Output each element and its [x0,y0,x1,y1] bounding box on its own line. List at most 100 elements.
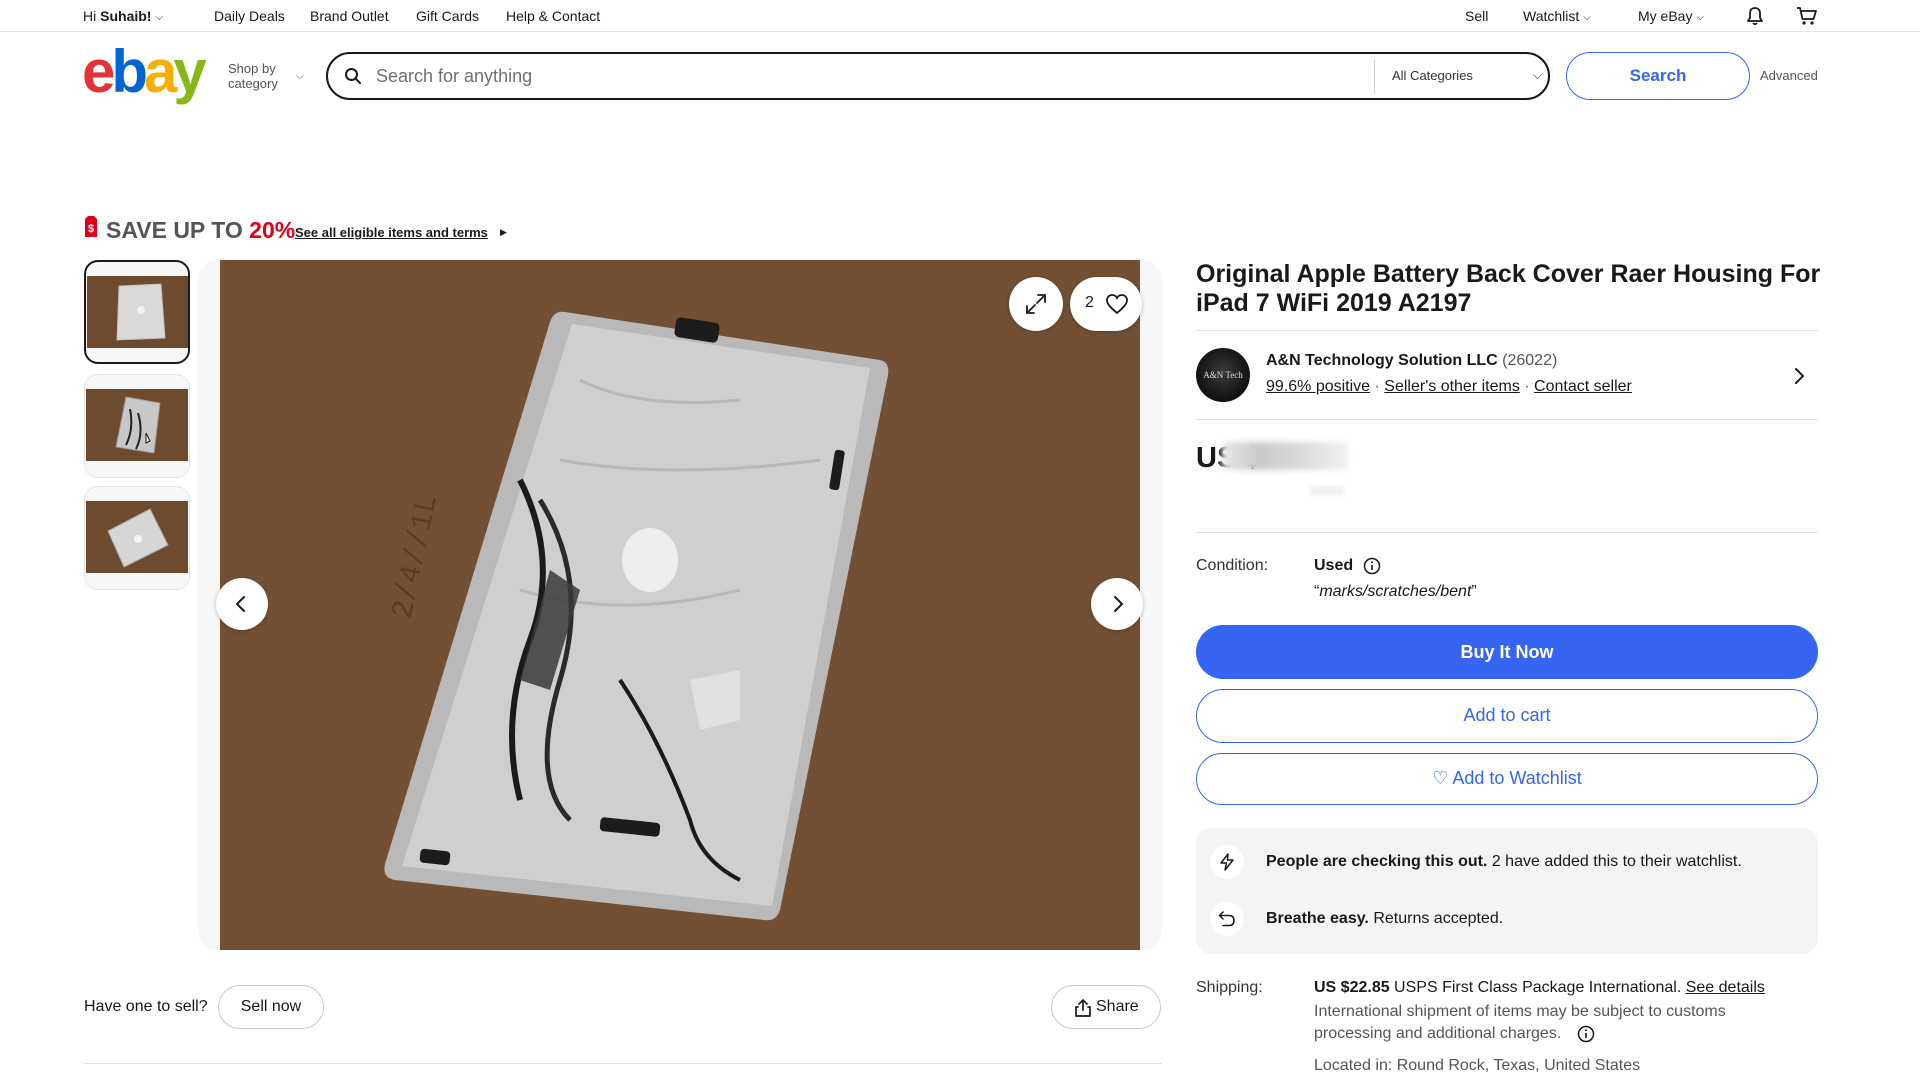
greeting-name: Suhaib! [100,8,152,24]
have-one-to-sell-label: Have one to sell? [84,998,208,1015]
chevron-down-icon: ⌵ [1532,68,1542,82]
shipping-note-line2: processing and additional charges. [1314,1025,1562,1042]
svg-text:$: $ [88,223,94,235]
seller-other-items-link[interactable]: Seller's other items [1384,378,1520,395]
watchlist-label: Watchlist [1523,8,1580,24]
info-icon[interactable] [1363,557,1381,575]
expand-icon [1026,294,1046,314]
product-image[interactable]: 2/4//1L [220,260,1140,950]
previous-image-button[interactable] [216,578,268,630]
shipping-label: Shipping: [1196,979,1263,996]
search-button[interactable]: Search [1566,52,1750,100]
seller-positive-link[interactable]: 99.6% positive [1266,378,1370,395]
divider [1196,330,1818,331]
brand-outlet-link[interactable]: Brand Outlet [310,8,389,24]
top-utility-bar: Hi Suhaib! ⌵ Daily Deals Brand Outlet Gif… [0,0,1920,32]
divider [1196,419,1818,420]
chevron-down-icon: ⌵ [1696,12,1705,23]
seller-avatar[interactable]: A&N Tech [1196,348,1250,402]
watch-count-button[interactable]: 2 [1070,277,1142,331]
buy-it-now-button[interactable]: Buy It Now [1196,625,1818,679]
seller-name-text: A&N Technology Solution LLC [1266,352,1498,369]
return-icon-wrap [1210,902,1244,936]
promo-text: SAVE UP TO 20% [106,217,295,244]
thumbnail-1[interactable] [84,260,190,364]
help-contact-link[interactable]: Help & Contact [506,8,600,24]
my-ebay-label: My eBay [1638,8,1693,24]
shipping-see-details-link[interactable]: See details [1686,979,1765,996]
promo-percent: 20% [249,217,296,243]
tag-icon: $ [85,216,97,237]
shipping-price: US $22.85 [1314,979,1390,996]
share-icon [1075,999,1091,1017]
search-icon [345,68,361,84]
returns-message: Breathe easy. Returns accepted. [1266,910,1503,928]
urgency-panel: People are checking this out. 2 have add… [1196,828,1818,954]
heart-icon [1106,294,1128,315]
chevron-left-icon [235,596,245,612]
category-select[interactable]: All Categories ⌵ [1392,68,1542,83]
chevron-right-icon[interactable] [1792,366,1806,386]
sell-now-button[interactable]: Sell now [218,985,324,1029]
greeting-prefix: Hi [83,8,101,24]
share-button[interactable]: Share [1051,985,1161,1029]
shop-by-line2: category [228,76,278,91]
search-bar: All Categories ⌵ [326,52,1550,100]
thumbnail-2[interactable] [84,374,190,478]
heart-icon: ♡ [1432,768,1449,788]
share-label: Share [1096,998,1139,1015]
promo-lead: SAVE UP TO [106,217,250,243]
lightning-icon-wrap [1210,845,1244,879]
gift-cards-link[interactable]: Gift Cards [416,8,479,24]
divider [1196,532,1818,533]
add-to-watchlist-label: Add to Watchlist [1452,768,1582,788]
item-location: Located in: Round Rock, Texas, United St… [1314,1057,1641,1074]
divider [84,1063,1162,1064]
expand-image-button[interactable] [1009,277,1063,331]
condition-value: Used [1314,557,1354,574]
thumbnail-image [86,389,188,461]
item-title: Original Apple Battery Back Cover Raer H… [1196,260,1821,317]
ebay-logo[interactable]: ebay [82,42,207,102]
search-input[interactable] [376,62,1376,90]
seller-links: 99.6% positive · Seller's other items · … [1266,378,1632,396]
my-ebay-menu[interactable]: My eBay ⌵ [1638,8,1704,24]
quote-close: ” [1471,583,1477,600]
sell-link[interactable]: Sell [1465,8,1488,24]
chevron-right-icon [1114,596,1124,612]
contact-seller-link[interactable]: Contact seller [1534,378,1632,395]
cart-icon[interactable] [1796,6,1818,26]
promo-terms-link[interactable]: See all eligible items and terms [295,225,488,240]
returns-message-rest: Returns accepted. [1368,910,1504,927]
thumbnail-3[interactable] [84,486,190,590]
seller-name[interactable]: A&N Technology Solution LLC (26022) [1266,352,1557,370]
advanced-search-link[interactable]: Advanced [1760,68,1818,83]
condition-label: Condition: [1196,557,1269,574]
lightning-icon [1220,853,1234,871]
next-image-button[interactable] [1091,578,1143,630]
add-to-watchlist-button[interactable]: ♡ Add to Watchlist [1196,753,1818,805]
search-divider [1374,60,1375,94]
chevron-down-icon: ⌵ [1583,12,1591,23]
thumbnail-image [87,276,188,348]
condition-description: “marks/scratches/bent” [1314,583,1477,601]
chevron-down-icon: ⌵ [296,71,304,82]
watch-count: 2 [1085,294,1094,311]
watchers-message: People are checking this out. 2 have add… [1266,853,1742,871]
greeting-menu[interactable]: Hi Suhaib! ⌵ [83,8,163,24]
watchlist-menu[interactable]: Watchlist ⌵ [1523,8,1591,24]
separator: · [1370,378,1385,395]
separator: · [1519,378,1535,395]
daily-deals-link[interactable]: Daily Deals [214,8,285,24]
watchers-message-rest: 2 have added this to their watchlist. [1487,853,1742,870]
price-subtext-blurred [1310,486,1344,496]
condition-description-text: marks/scratches/bent [1319,583,1472,600]
chevron-down-icon: ⌵ [155,12,164,23]
bell-icon[interactable] [1745,6,1765,26]
add-to-cart-button[interactable]: Add to cart [1196,689,1818,743]
shipping-service: USPS First Class Package International. [1389,979,1686,996]
shipping-summary: US $22.85 USPS First Class Package Inter… [1314,979,1765,997]
caret-right-icon: ▶ [500,227,507,237]
shop-by-category-button[interactable]: Shop by category ⌵ [228,61,304,91]
info-icon[interactable] [1577,1025,1595,1043]
